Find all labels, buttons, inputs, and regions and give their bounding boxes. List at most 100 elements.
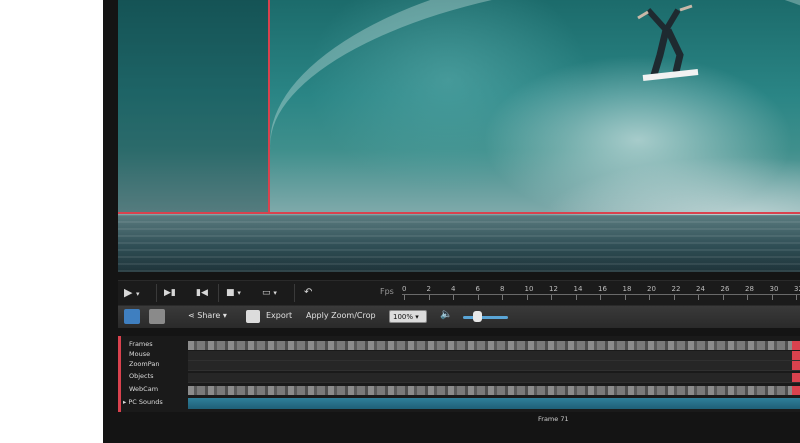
play-button[interactable]: ▶ ▾ xyxy=(124,285,139,302)
zoom-value: 100% xyxy=(393,313,414,321)
ruler-tick-label: 2 xyxy=(426,285,431,293)
track-label-pc-sounds: ▸ PC Sounds xyxy=(123,398,163,406)
lane-end-marker xyxy=(792,373,800,382)
lane-end-marker xyxy=(792,351,800,360)
ruler-tick-label: 8 xyxy=(500,285,505,293)
track-label-objects: Objects xyxy=(129,372,154,380)
ruler-tick-label: 6 xyxy=(475,285,480,293)
timeline-ruler[interactable]: 02468101214161820222426283032 xyxy=(402,285,800,303)
share-icon: ⋖ xyxy=(188,311,195,320)
prev-frame-icon: ▮◀ xyxy=(196,288,208,298)
apply-zoom-crop-button[interactable]: Apply Zoom/Crop xyxy=(306,311,376,320)
ruler-tick-mark xyxy=(428,295,430,300)
track-label-frames: Frames xyxy=(129,340,153,348)
ruler-tick-mark xyxy=(453,295,454,300)
undo-icon: ↶ xyxy=(304,287,313,298)
ruler-tick-label: 12 xyxy=(549,285,558,293)
undo-button[interactable]: ↶ xyxy=(304,285,312,301)
track-label-webcam: WebCam xyxy=(129,385,159,393)
lane-end-marker xyxy=(792,361,800,370)
volume-icon[interactable]: 🔈 xyxy=(440,309,452,320)
chevron-down-icon: ▾ xyxy=(222,311,227,320)
crop-region[interactable] xyxy=(118,0,270,214)
volume-slider-thumb[interactable] xyxy=(473,311,482,322)
mouse-lane[interactable] xyxy=(188,351,800,361)
ruler-tick-label: 0 xyxy=(402,285,407,293)
timeline-tracks: Frames Mouse ZoomPan Objects WebCam ▸ PC… xyxy=(118,336,800,412)
ruler-tick-mark xyxy=(551,295,552,300)
ruler-baseline xyxy=(402,294,800,295)
webcam-lane[interactable] xyxy=(188,386,800,395)
crop-guide-line[interactable] xyxy=(268,212,800,214)
ruler-tick-label: 16 xyxy=(598,285,607,293)
divider xyxy=(294,284,295,302)
expand-icon[interactable]: ▸ xyxy=(123,398,126,406)
fps-label: Fps xyxy=(380,287,394,296)
transport-bar: ▶ ▾ ▶▮ ▮◀ ■ ▾ ▭ ▾ ↶ Fps 0 2 4 6 8 10 12 14 16 18 2… xyxy=(118,280,800,306)
play-icon: ▶ xyxy=(124,286,133,299)
record-options-button[interactable]: ■ ▾ xyxy=(226,285,241,301)
sea-image-detail xyxy=(118,215,800,272)
ruler-tick-label: 26 xyxy=(720,285,730,293)
ruler-tick-mark xyxy=(526,295,528,300)
ruler-tick-mark xyxy=(747,295,748,300)
ruler-tick-mark xyxy=(722,295,724,300)
video-editor-window: ▶ ▾ ▶▮ ▮◀ ■ ▾ ▭ ▾ ↶ Fps 0 2 4 6 8 10 12 14 16 18 2… xyxy=(103,0,800,443)
ruler-tick-mark xyxy=(649,295,650,300)
video-preview xyxy=(118,0,800,272)
frame-indicator: Frame 71 xyxy=(538,415,569,423)
track-label-mouse: Mouse xyxy=(129,350,151,358)
lane-end-marker xyxy=(792,386,800,395)
ruler-tick-label: 22 xyxy=(671,285,681,293)
prev-frame-button[interactable]: ▮◀ xyxy=(196,285,208,301)
ruler-tick-label: 32 xyxy=(794,285,800,293)
ruler-tick-mark xyxy=(673,295,675,300)
chevron-down-icon: ▾ xyxy=(135,290,140,298)
ruler-tick-mark xyxy=(624,295,626,300)
record-icon: ■ xyxy=(226,288,235,298)
ruler-tick-label: 24 xyxy=(696,285,705,293)
next-frame-button[interactable]: ▶▮ xyxy=(164,285,176,301)
ruler-tick-label: 4 xyxy=(451,285,456,293)
next-frame-icon: ▶▮ xyxy=(164,288,176,298)
divider xyxy=(218,284,219,302)
track-label-pc-sounds-text: PC Sounds xyxy=(128,398,163,406)
track-names: Frames Mouse ZoomPan Objects WebCam ▸ PC… xyxy=(118,336,188,412)
divider xyxy=(156,284,157,302)
chevron-down-icon: ▾ xyxy=(273,289,277,297)
ruler-tick-label: 14 xyxy=(573,285,583,293)
share-button[interactable]: ⋖ Share ▾ xyxy=(188,311,227,320)
objects-lane[interactable] xyxy=(188,373,800,383)
ruler-tick-label: 30 xyxy=(769,285,779,293)
zoom-select[interactable]: 100% ▾ xyxy=(389,310,427,323)
ruler-tick-mark xyxy=(502,295,503,300)
chevron-down-icon: ▾ xyxy=(415,313,419,321)
chevron-down-icon: ▾ xyxy=(237,289,241,297)
ruler-tick-mark xyxy=(575,295,577,300)
ruler-tick-label: 18 xyxy=(622,285,632,293)
lane-end-marker xyxy=(792,341,800,350)
track-label-zoompan: ZoomPan xyxy=(129,360,160,368)
surfer-image xyxy=(637,4,699,81)
ruler-tick-mark xyxy=(698,295,699,300)
folder-icon[interactable] xyxy=(149,309,165,324)
ruler-tick-mark xyxy=(404,295,405,300)
ruler-tick-mark xyxy=(477,295,479,300)
editor-toolbar: ⋖ Share ▾ Export Apply Zoom/Crop 100% ▾ … xyxy=(118,306,800,328)
ruler-tick-label: 20 xyxy=(647,285,656,293)
ruler-tick-mark xyxy=(771,295,773,300)
pc-sounds-lane[interactable] xyxy=(188,398,800,409)
view-icon: ▭ xyxy=(262,288,271,298)
zoompan-lane[interactable] xyxy=(188,361,800,371)
frames-lane[interactable] xyxy=(188,341,800,350)
share-label: Share xyxy=(197,311,221,320)
save-icon[interactable] xyxy=(124,309,140,324)
volume-slider[interactable] xyxy=(463,316,508,319)
export-button[interactable]: Export xyxy=(266,311,292,320)
ruler-tick-mark xyxy=(600,295,601,300)
ruler-tick-label: 28 xyxy=(745,285,754,293)
ruler-tick-label: 10 xyxy=(524,285,534,293)
ruler-tick-mark xyxy=(796,295,797,300)
export-icon xyxy=(246,310,260,323)
view-options-button[interactable]: ▭ ▾ xyxy=(262,285,277,301)
